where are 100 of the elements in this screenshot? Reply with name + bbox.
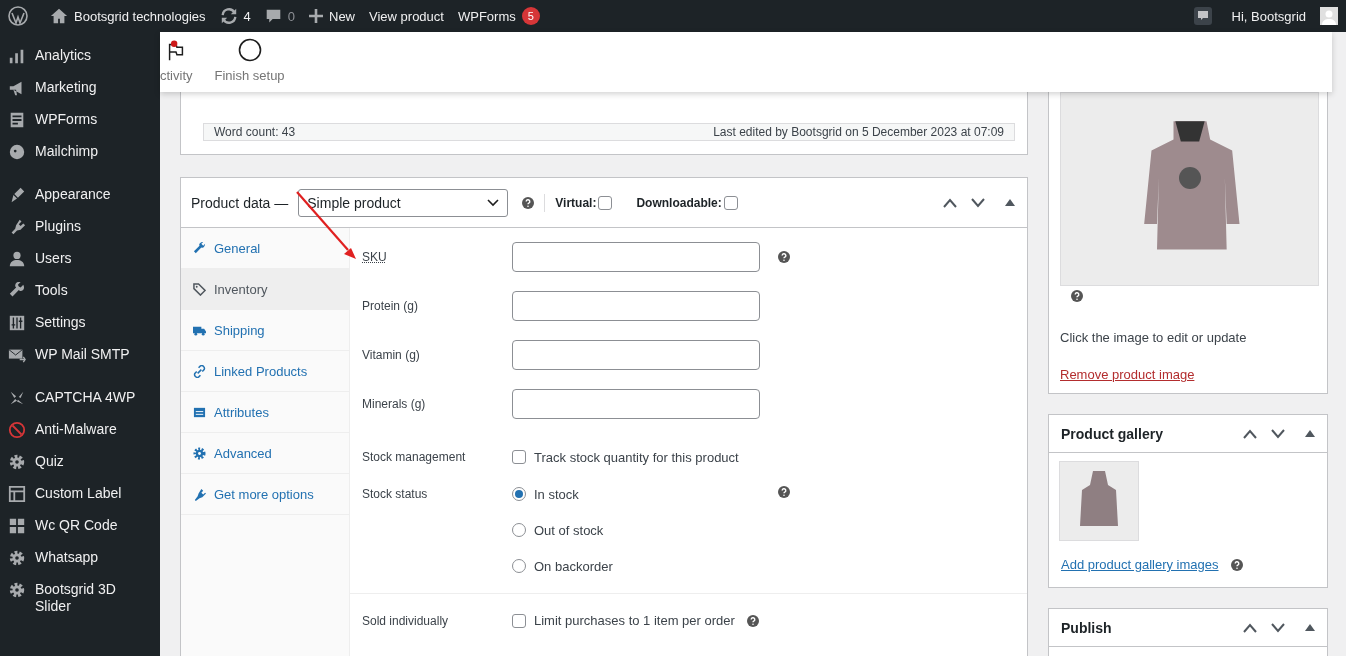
sidebar-item[interactable]: Plugins [0, 211, 160, 243]
wrench-icon [193, 241, 206, 255]
home-icon [50, 7, 68, 25]
comments-link[interactable]: 0 [264, 7, 295, 25]
sidebar-item[interactable]: Bootsgrid 3D Slider [0, 574, 160, 622]
comment-icon [264, 7, 282, 25]
move-down-icon[interactable] [971, 197, 985, 208]
sidebar-item[interactable]: Settings [0, 307, 160, 339]
sidebar-item[interactable]: Custom Label [0, 478, 160, 510]
help-icon[interactable] [1230, 558, 1243, 571]
updates-link[interactable]: 4 [219, 7, 251, 25]
help-icon[interactable] [1071, 290, 1083, 302]
help-icon[interactable] [522, 196, 535, 209]
panel-title: Product data — [191, 194, 289, 211]
refresh-icon [219, 7, 238, 25]
gear-icon [8, 453, 26, 471]
product-data-tab[interactable]: Linked Products [181, 351, 349, 392]
new-link[interactable]: New [309, 8, 355, 24]
collapse-icon[interactable] [1305, 624, 1315, 631]
field-label: Minerals (g) [362, 396, 427, 413]
gallery-thumbnail[interactable] [1059, 461, 1139, 541]
product-data-tab[interactable]: Attributes [181, 392, 349, 433]
form-icon [8, 111, 26, 129]
radio-label: Out of stock [534, 522, 604, 538]
radio-label: In stock [534, 486, 579, 502]
plus-icon [309, 9, 323, 23]
gear-icon [8, 549, 26, 567]
chevron-down-icon [487, 198, 500, 207]
sidebar-item[interactable]: WP Mail SMTP [0, 339, 160, 371]
user-greeting-link[interactable]: Hi, Bootsgrid [1231, 8, 1306, 24]
image-caption: Click the image to edit or update [1060, 330, 1248, 345]
sidebar-item[interactable]: Anti-Malware [0, 414, 160, 446]
checkbox-label: Limit purchases to 1 item per order [534, 613, 735, 628]
collapse-icon[interactable] [1005, 199, 1015, 206]
help-icon[interactable] [778, 486, 790, 498]
gear-icon [8, 581, 26, 599]
product-type-select[interactable]: Simple product [298, 188, 509, 217]
text-input[interactable] [512, 340, 760, 370]
field-label: SKU [362, 249, 388, 266]
user-icon [8, 250, 26, 268]
tag-icon [193, 282, 206, 296]
notification-icon[interactable] [1193, 7, 1212, 25]
annotation-arrow [296, 191, 356, 259]
word-count: Word count: 43 [214, 125, 296, 139]
field-label: Sold individually [362, 613, 450, 628]
add-gallery-images-link[interactable]: Add product gallery images [1061, 557, 1219, 572]
panel-title: Publish [1061, 619, 1112, 636]
grid-icon [8, 517, 26, 535]
activity-bar-item[interactable]: Finish setup [214, 38, 285, 83]
remove-image-link[interactable]: Remove product image [1060, 367, 1195, 382]
wpforms-link[interactable]: WPForms [457, 8, 516, 24]
sidebar-item[interactable]: CAPTCHA 4WP [0, 382, 160, 414]
move-down-icon[interactable] [1271, 428, 1285, 439]
product-data-tab[interactable]: Advanced [181, 433, 349, 474]
sidebar-item[interactable]: Quiz [0, 446, 160, 478]
move-up-icon[interactable] [1243, 622, 1257, 633]
sidebar-item[interactable]: Analytics [0, 40, 160, 72]
move-up-icon[interactable] [943, 197, 957, 208]
activity-bar-item[interactable]: ctivity [160, 40, 193, 83]
text-input[interactable] [512, 389, 760, 419]
sidebar-item[interactable]: WPForms [0, 104, 160, 136]
text-input[interactable] [512, 291, 760, 321]
checkbox[interactable] [512, 613, 526, 628]
wordpress-logo-icon[interactable] [8, 6, 28, 26]
sidebar-item[interactable]: Wc QR Code [0, 510, 160, 542]
no-entry-icon [8, 421, 26, 439]
checkbox[interactable] [598, 195, 613, 210]
arrows-icon [8, 389, 26, 407]
product-data-tab[interactable]: Inventory [181, 269, 349, 310]
move-up-icon[interactable] [1243, 428, 1257, 439]
product-data-tab[interactable]: Get more options [181, 474, 349, 515]
view-product-link[interactable]: View product [369, 8, 444, 24]
list-icon [193, 405, 206, 419]
text-input[interactable] [512, 242, 760, 272]
gear-icon [193, 446, 206, 460]
virtual-checkbox-label[interactable]: Virtual: [555, 195, 613, 210]
last-edited-text: Last edited by Bootsgrid on 5 December 2023 at 07:09 [713, 125, 1004, 139]
checkbox[interactable] [723, 195, 738, 210]
layout-icon [8, 485, 26, 503]
product-data-tab[interactable]: Shipping [181, 310, 349, 351]
move-down-icon[interactable] [1271, 622, 1285, 633]
bar-chart-icon [8, 47, 26, 65]
sliders-icon [8, 314, 26, 332]
field-label: Stock management [362, 450, 467, 464]
help-icon[interactable] [778, 251, 790, 263]
collapse-icon[interactable] [1305, 430, 1315, 437]
link-icon [193, 364, 206, 378]
sidebar-item[interactable]: Appearance [0, 179, 160, 211]
sidebar-item[interactable]: Tools [0, 275, 160, 307]
plug-icon [193, 487, 206, 501]
downloadable-checkbox-label[interactable]: Downloadable: [636, 195, 738, 210]
site-name-link[interactable]: Bootsgrid technologies [50, 7, 206, 25]
help-icon[interactable] [746, 614, 759, 627]
sidebar-item[interactable]: Marketing [0, 72, 160, 104]
checkbox[interactable] [512, 450, 526, 464]
sidebar-item[interactable]: Mailchimp [0, 136, 160, 168]
sidebar-item[interactable]: Whatsapp [0, 542, 160, 574]
sidebar-item[interactable]: Users [0, 243, 160, 275]
panel-title: Product gallery [1061, 425, 1163, 442]
field-label: Protein (g) [362, 298, 420, 315]
